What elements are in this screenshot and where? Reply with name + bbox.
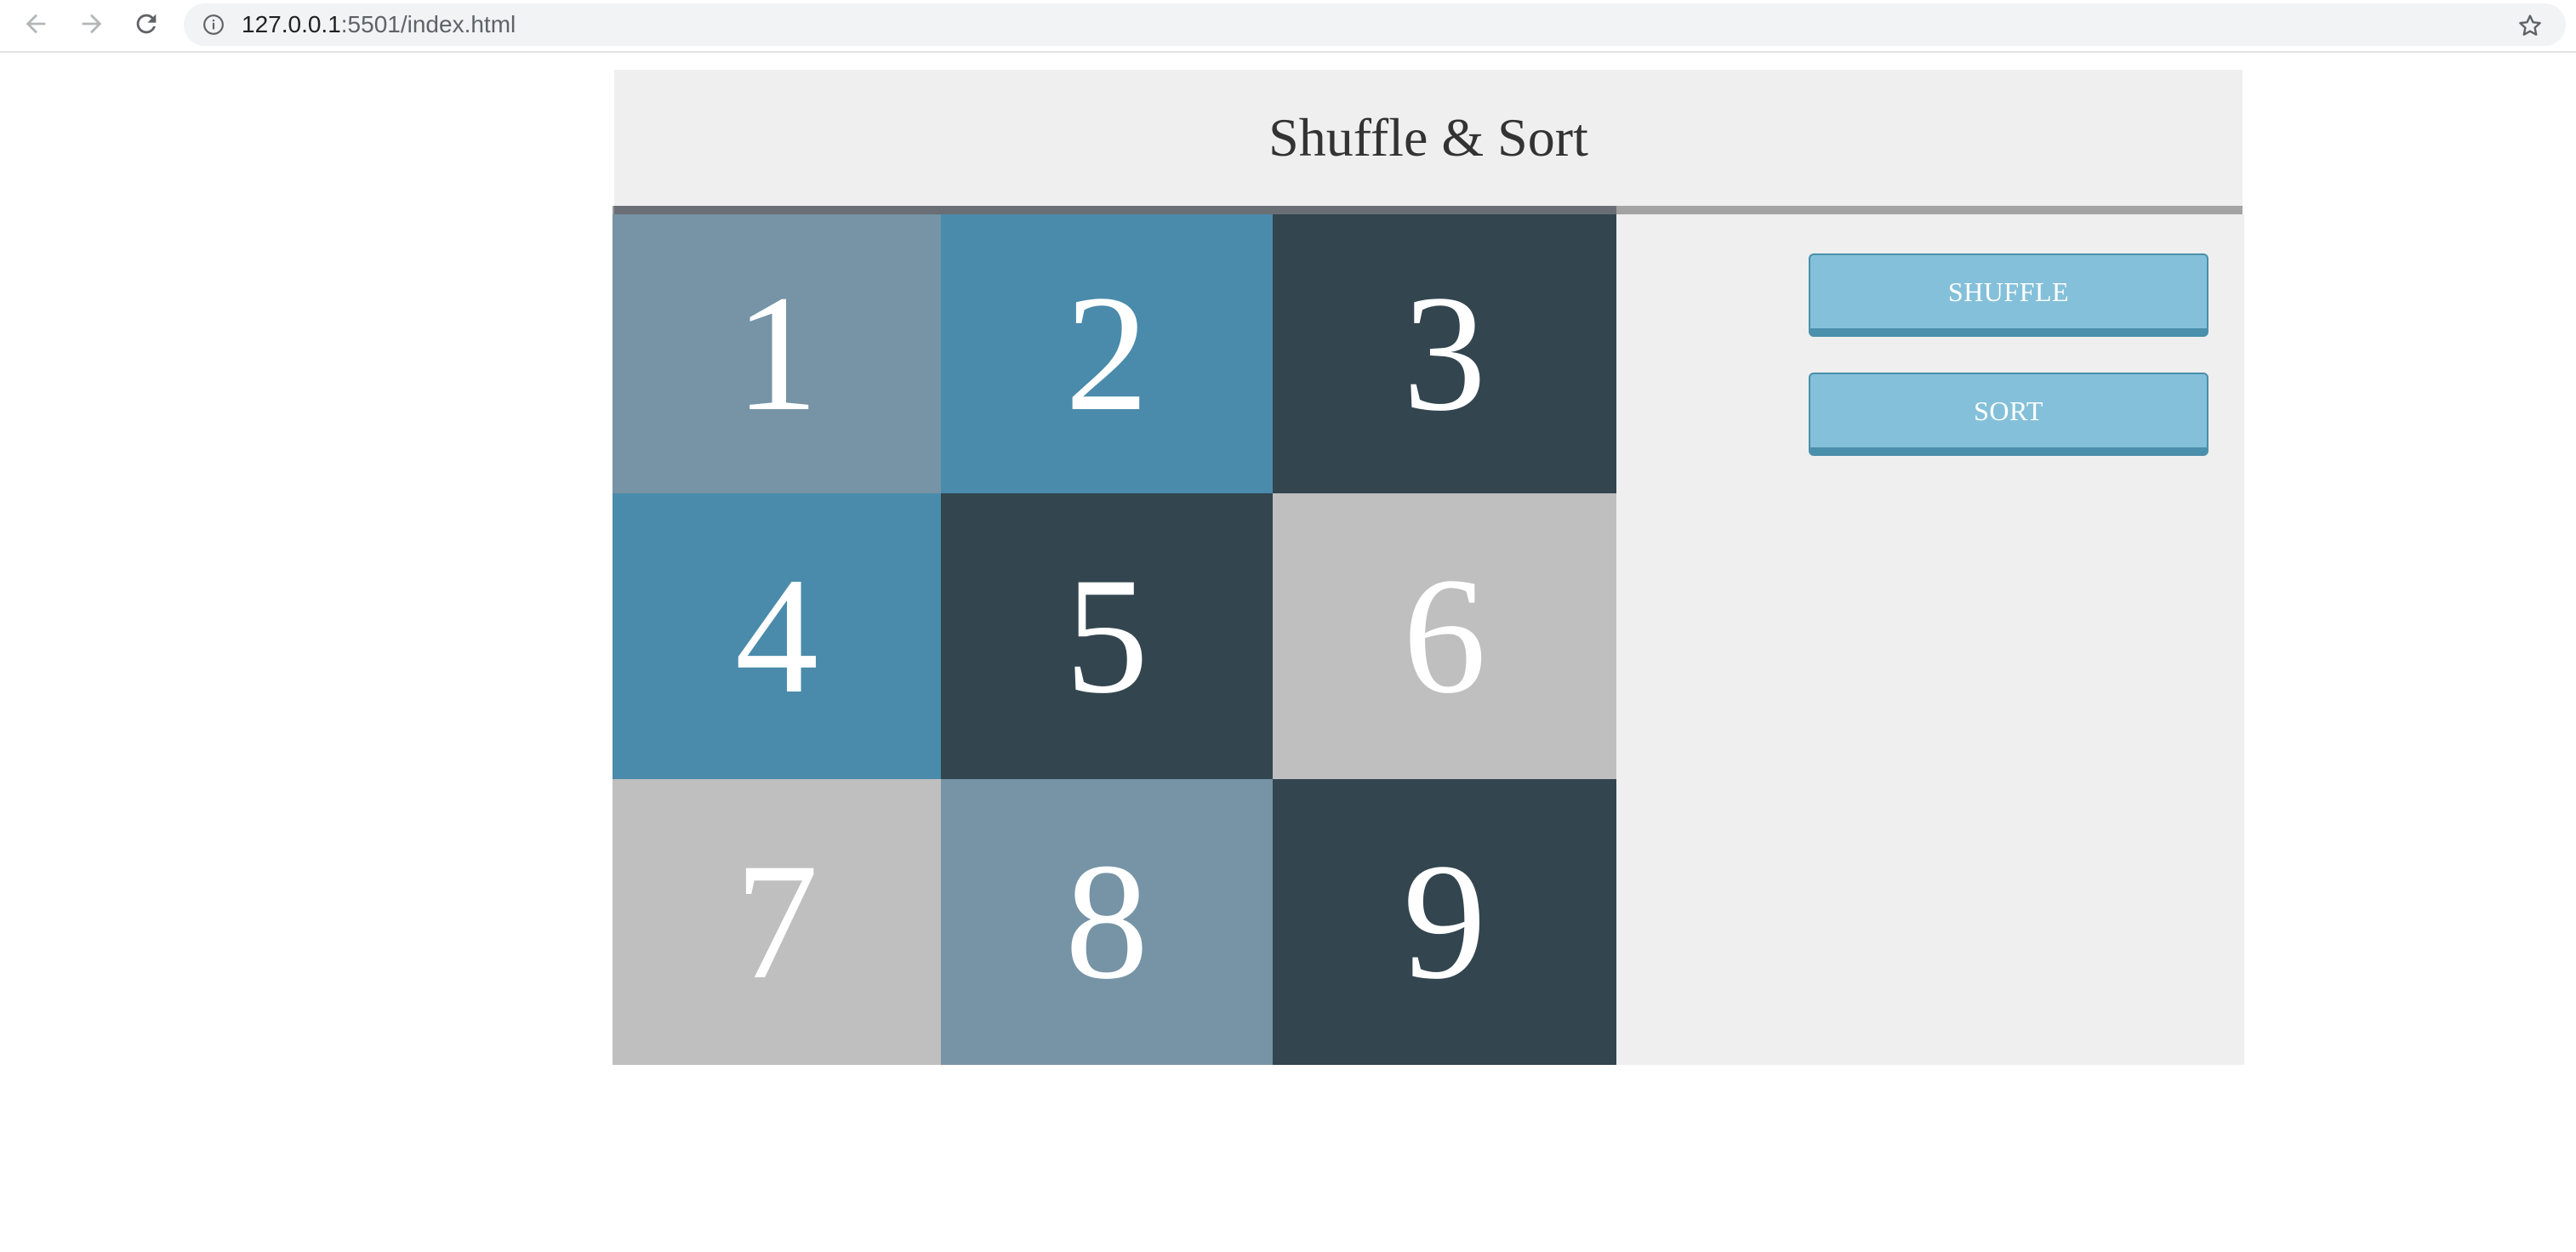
back-button[interactable] [15,3,56,44]
address-bar[interactable]: 127.0.0.1:5501/index.html [184,3,2566,46]
url-text[interactable]: 127.0.0.1:5501/index.html [242,10,516,39]
url-host: 127.0.0.1 [242,11,341,37]
tile-grid: 123 456 789 [613,214,1616,1065]
main-content: 123 456 789 SHUFFLE SORT [613,206,2244,1065]
shuffle-button[interactable]: SHUFFLE [1809,253,2208,337]
reload-button[interactable] [126,3,167,44]
tile-9: 9 [1273,779,1616,1065]
bookmark-star-icon[interactable] [2516,12,2544,39]
url-path: :5501/index.html [340,11,516,37]
arrow-left-icon [26,14,46,34]
tile-3: 3 [1273,214,1616,493]
grid-top-edge [613,206,1616,214]
tile-7: 7 [613,779,941,1065]
app-container: Shuffle & Sort 123 456 789 SHUFFLE SORT [613,70,2244,1065]
page-title: Shuffle & Sort [1268,107,1588,168]
tile-1: 1 [613,214,941,493]
forward-button[interactable] [71,3,112,44]
tile-2: 2 [941,214,1273,493]
tile-4: 4 [613,493,941,779]
tile-6: 6 [1273,493,1616,779]
arrow-right-icon [82,14,102,34]
browser-toolbar: 127.0.0.1:5501/index.html [0,0,2576,53]
controls-panel: SHUFFLE SORT [1809,253,2208,492]
page-header: Shuffle & Sort [614,70,2243,206]
sort-button[interactable]: SORT [1809,373,2208,456]
tile-8: 8 [941,779,1273,1065]
tile-5: 5 [941,493,1273,779]
info-icon[interactable] [202,14,225,36]
reload-icon [136,14,157,34]
